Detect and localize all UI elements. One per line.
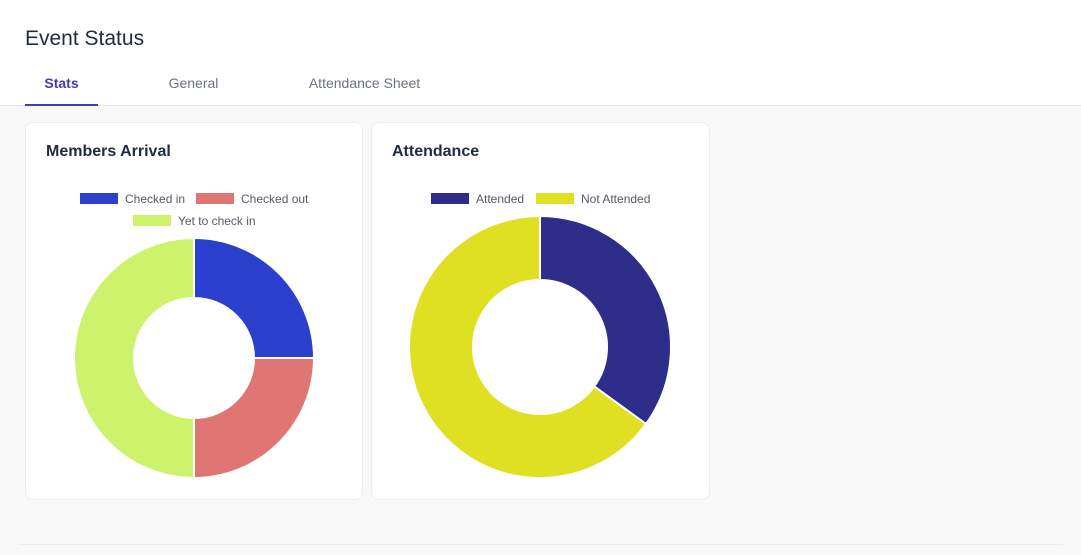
members-arrival-card: Members Arrival Checked in Checked out Y…: [25, 122, 363, 500]
tab-attendance-sheet[interactable]: Attendance Sheet: [301, 62, 428, 105]
page-title: Event Status: [25, 27, 145, 50]
active-tab-indicator: [25, 104, 98, 106]
donut-slice-checked-out[interactable]: [193, 357, 316, 480]
donut-slice-checked-in[interactable]: [193, 236, 316, 359]
donut-slice-attended[interactable]: [539, 214, 672, 426]
attendance-card: Attendance Attended Not Attended: [371, 122, 710, 500]
tab-stats-label: Stats: [44, 75, 79, 91]
attendance-donut-chart: [408, 214, 672, 479]
page-header: Event Status Stats General Attendance Sh…: [0, 0, 1081, 106]
tab-general-label: General: [168, 75, 219, 91]
tab-general[interactable]: General: [156, 62, 231, 105]
tab-stats[interactable]: Stats: [25, 62, 98, 106]
tab-attendance-sheet-label: Attendance Sheet: [308, 75, 421, 91]
footer-divider: [18, 544, 1063, 545]
donut-slice-yet-to-check-in[interactable]: [73, 236, 195, 480]
members-arrival-donut-chart: [73, 236, 316, 480]
